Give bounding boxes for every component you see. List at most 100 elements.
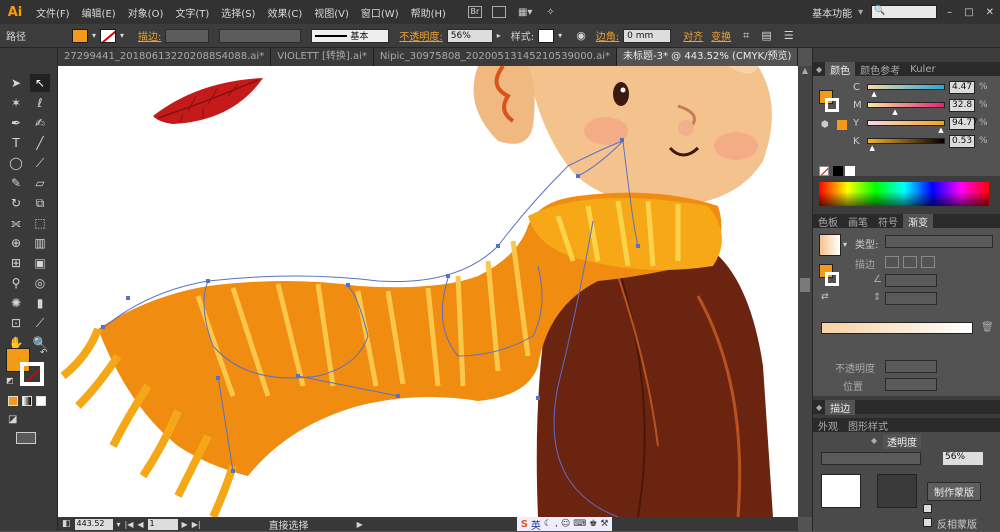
- rotate-tool-icon[interactable]: ↻: [6, 194, 26, 212]
- scale-tool-icon[interactable]: ⧉: [30, 194, 50, 212]
- style-chevron-icon[interactable]: ▾: [558, 31, 562, 40]
- black-swatch[interactable]: [833, 166, 843, 176]
- pencil-tool-icon[interactable]: ✎: [6, 174, 26, 192]
- gradient-mode-icon[interactable]: [22, 396, 32, 406]
- zoom-menu-icon[interactable]: ◧: [62, 519, 71, 529]
- mesh-tool-icon[interactable]: ⊞: [6, 254, 26, 272]
- magic-wand-tool-icon[interactable]: ✶: [6, 94, 26, 112]
- tab-stroke[interactable]: 描边: [825, 399, 856, 415]
- search-input[interactable]: 🔍: [871, 5, 938, 19]
- workspace-switcher[interactable]: 基本功能: [812, 5, 852, 20]
- menu-file[interactable]: 文件(F): [30, 5, 76, 20]
- none-mode-icon[interactable]: [36, 396, 46, 406]
- paintbrush-tool-icon[interactable]: ⟋: [30, 154, 50, 172]
- swap-colors-icon[interactable]: ↶: [40, 348, 48, 358]
- opacity-chevron-icon[interactable]: ▸: [497, 31, 501, 40]
- fill-swatch[interactable]: [72, 28, 88, 43]
- slider-thumb[interactable]: ▲: [938, 126, 943, 134]
- brush-definition-dropdown[interactable]: 基本: [311, 28, 390, 43]
- tab-graphic-styles[interactable]: 图形样式: [843, 418, 893, 433]
- tab-brushes[interactable]: 画笔: [843, 214, 873, 229]
- out-of-gamut-icon[interactable]: ⬢: [821, 120, 829, 130]
- artboard-input[interactable]: 1: [147, 518, 178, 530]
- slider-thumb[interactable]: ▲: [892, 108, 897, 116]
- gradient-type-select[interactable]: [885, 235, 993, 248]
- close-icon[interactable]: ✕: [986, 7, 994, 18]
- recolor-icon[interactable]: ◉: [576, 29, 586, 42]
- tab-gradient[interactable]: 渐变: [903, 213, 933, 229]
- graphic-style-swatch[interactable]: [538, 28, 555, 43]
- doc-tab-3[interactable]: Nipic_30975808_20200513145210539000.ai*: [373, 48, 618, 66]
- skin-icon[interactable]: ♚: [589, 519, 597, 529]
- fill-chevron-icon[interactable]: ▾: [92, 31, 96, 40]
- transparency-opacity-value[interactable]: 56%: [943, 452, 983, 465]
- lasso-tool-icon[interactable]: ℓ: [30, 94, 50, 112]
- scrollbar-thumb[interactable]: [800, 278, 810, 292]
- make-mask-button[interactable]: 制作蒙版: [927, 482, 981, 501]
- none-swatch[interactable]: [819, 166, 829, 176]
- first-artboard-icon[interactable]: |◀: [125, 520, 134, 529]
- web-safe-swatch[interactable]: [837, 120, 847, 130]
- gradient-thumb-chevron-icon[interactable]: ▾: [843, 240, 847, 249]
- stroke-label[interactable]: 描边:: [138, 28, 161, 43]
- menu-select[interactable]: 选择(S): [215, 5, 261, 20]
- eraser-tool-icon[interactable]: ▱: [30, 174, 50, 192]
- opacity-label[interactable]: 不透明度:: [399, 28, 442, 43]
- next-artboard-icon[interactable]: ▶: [182, 520, 188, 529]
- eyedropper-tool-icon[interactable]: ⚲: [6, 274, 26, 292]
- artboard-canvas[interactable]: [58, 66, 798, 517]
- free-transform-tool-icon[interactable]: ⬚: [30, 214, 50, 232]
- menu-edit[interactable]: 编辑(E): [76, 5, 122, 20]
- gradient-angle-input[interactable]: [885, 274, 937, 287]
- isolate-icon[interactable]: ⌗: [743, 29, 749, 43]
- slider-thumb[interactable]: ▲: [869, 144, 874, 152]
- column-graph-tool-icon[interactable]: ▮: [30, 294, 50, 312]
- type-tool-icon[interactable]: T: [6, 134, 26, 152]
- keyboard-icon[interactable]: ⌨: [573, 519, 586, 529]
- slider-thumb[interactable]: ▲: [871, 90, 876, 98]
- bridge-icon[interactable]: Br: [467, 6, 482, 18]
- gpu-icon[interactable]: ✧: [546, 7, 554, 18]
- blend-tool-icon[interactable]: ◎: [30, 274, 50, 292]
- channel-slider[interactable]: ▲: [867, 84, 945, 98]
- channel-slider[interactable]: ▲: [867, 120, 945, 134]
- menu-object[interactable]: 对象(O): [122, 5, 170, 20]
- stroke-within-icon[interactable]: [885, 256, 899, 268]
- corner-label[interactable]: 边角:: [596, 28, 619, 43]
- gradient-thumbnail[interactable]: [819, 234, 841, 256]
- punctuation-icon[interactable]: ,: [555, 519, 558, 529]
- arrange-icon[interactable]: ▤: [761, 29, 771, 42]
- corner-input[interactable]: 0 mm: [623, 28, 672, 43]
- artboard-tool-icon[interactable]: ⊡: [6, 314, 26, 332]
- white-swatch[interactable]: [845, 166, 855, 176]
- stroke-across-icon[interactable]: [921, 256, 935, 268]
- gradient-aspect-input[interactable]: [885, 292, 937, 305]
- blend-mode-select[interactable]: [821, 452, 921, 465]
- clip-checkbox[interactable]: [923, 504, 932, 513]
- direct-selection-tool-icon[interactable]: ↖: [30, 74, 50, 92]
- gradient-stroke-swatch[interactable]: [825, 272, 839, 286]
- ime-language-toggle[interactable]: 英: [531, 517, 541, 532]
- color-spectrum[interactable]: [819, 182, 989, 206]
- menu-window[interactable]: 窗口(W): [355, 5, 405, 20]
- tab-kuler[interactable]: Kuler: [905, 64, 940, 75]
- delete-stop-icon[interactable]: 🗑: [981, 322, 994, 333]
- arrange-docs-icon[interactable]: ▦▾: [518, 7, 532, 18]
- menu-effect[interactable]: 效果(C): [261, 5, 308, 20]
- tools-icon[interactable]: ⚒: [600, 519, 608, 529]
- moon-icon[interactable]: ☾: [544, 519, 552, 529]
- gradient-tool-icon[interactable]: ▣: [30, 254, 50, 272]
- menu-view[interactable]: 视图(V): [308, 5, 355, 20]
- opacity-input[interactable]: 56%: [446, 28, 493, 43]
- transform-link[interactable]: 变换: [711, 28, 731, 43]
- doc-tab-2[interactable]: VIOLETT [转换].ai*: [271, 48, 374, 66]
- perspective-grid-tool-icon[interactable]: ▥: [30, 234, 50, 252]
- width-tool-icon[interactable]: ⟗: [6, 214, 26, 232]
- doc-tab-1[interactable]: 27299441_201806132202088S4088.ai*: [58, 48, 272, 66]
- panel-menu-icon[interactable]: ☰: [784, 29, 794, 42]
- curvature-tool-icon[interactable]: ✍: [30, 114, 50, 132]
- variable-width-dropdown[interactable]: [219, 28, 302, 43]
- zoom-chevron-icon[interactable]: ▾: [117, 520, 121, 529]
- stroke-color-indicator[interactable]: [20, 362, 44, 386]
- shape-builder-tool-icon[interactable]: ⊕: [6, 234, 26, 252]
